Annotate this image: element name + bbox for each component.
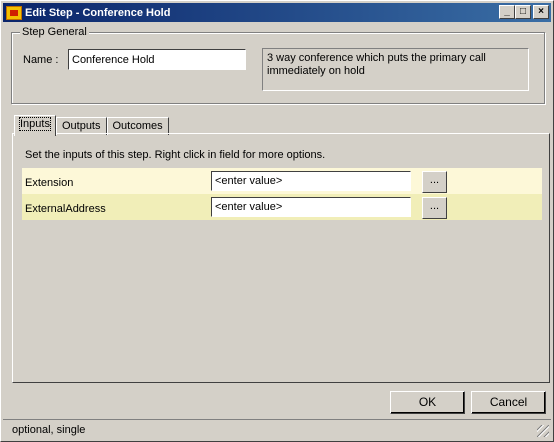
app-icon: [6, 5, 22, 20]
tab-outcomes-label: Outcomes: [112, 120, 163, 132]
extension-label: Extension: [25, 177, 74, 189]
tab-strip: Inputs Outputs Outcomes: [14, 115, 169, 136]
external-address-label: ExternalAddress: [25, 203, 106, 215]
inputs-panel: Set the inputs of this step. Right click…: [12, 133, 550, 383]
name-input[interactable]: [68, 49, 246, 70]
title-bar[interactable]: Edit Step - Conference Hold _ □ ×: [3, 3, 551, 22]
external-address-browse-button[interactable]: ...: [422, 197, 447, 219]
maximize-button[interactable]: □: [515, 5, 531, 19]
description-box: 3 way conference which puts the primary …: [262, 48, 529, 91]
input-row-external-address: ExternalAddress ...: [22, 194, 542, 220]
cancel-button[interactable]: Cancel: [471, 391, 546, 414]
ok-button[interactable]: OK: [390, 391, 465, 414]
tab-inputs[interactable]: Inputs: [14, 115, 56, 136]
extension-input[interactable]: [211, 171, 411, 191]
inputs-info-text: Set the inputs of this step. Right click…: [25, 149, 326, 161]
minimize-button[interactable]: _: [499, 5, 515, 19]
input-row-extension: Extension ...: [22, 168, 542, 194]
window-controls: _ □ ×: [499, 5, 549, 19]
status-text: optional, single: [12, 424, 86, 436]
edit-step-window: Edit Step - Conference Hold _ □ × Step G…: [0, 0, 554, 442]
close-button[interactable]: ×: [533, 5, 549, 19]
status-bar: optional, single: [3, 419, 551, 439]
tab-inputs-label: Inputs: [19, 117, 51, 131]
step-general-legend: Step General: [20, 26, 89, 38]
step-general-group: Step General Name : 3 way conference whi…: [11, 26, 545, 104]
window-title: Edit Step - Conference Hold: [25, 6, 171, 19]
extension-browse-button[interactable]: ...: [422, 171, 447, 193]
resize-grip-icon[interactable]: [537, 425, 549, 437]
tab-outputs-label: Outputs: [61, 120, 101, 132]
name-label: Name :: [23, 54, 59, 66]
external-address-input[interactable]: [211, 197, 411, 217]
